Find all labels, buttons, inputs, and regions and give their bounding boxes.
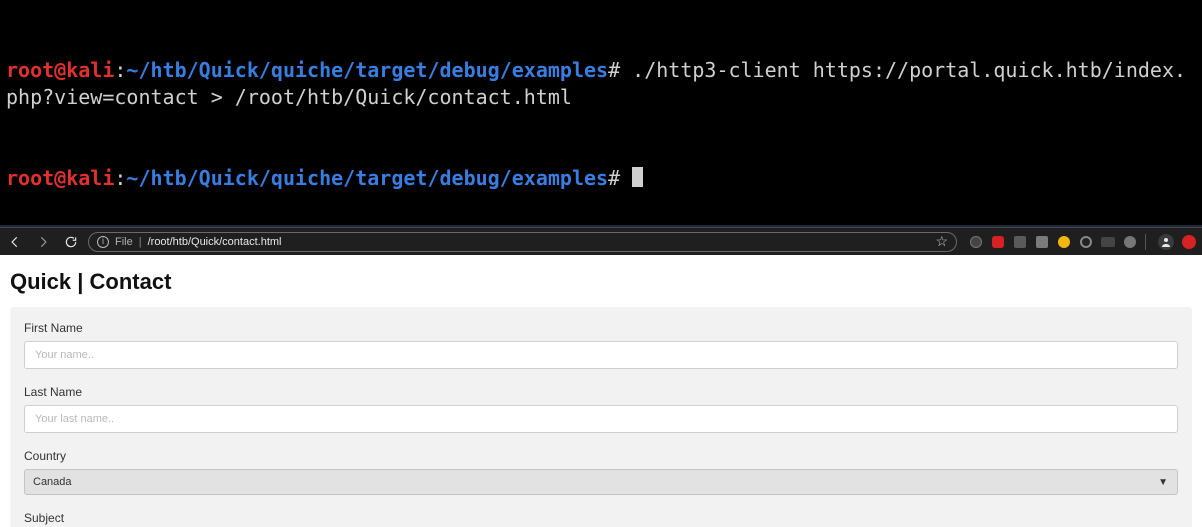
terminal-line-1: root@kali:~/htb/Quick/quiche/target/debu… <box>6 57 1196 111</box>
prompt-user: root@kali <box>6 58 114 82</box>
arrow-right-icon <box>36 235 50 249</box>
extension-icon-1[interactable] <box>969 235 983 249</box>
page-body: Quick | Contact First Name Last Name Cou… <box>0 255 1202 527</box>
address-sep: | <box>139 236 142 248</box>
reload-button[interactable] <box>60 233 82 251</box>
profile-avatar-icon[interactable] <box>1158 234 1174 250</box>
prompt-path: ~/htb/Quick/quiche/target/debug/examples <box>126 58 608 82</box>
address-bar[interactable]: i File | /root/htb/Quick/contact.html ☆ <box>88 232 957 252</box>
prompt-sep: : <box>114 166 126 190</box>
terminal-line-2: root@kali:~/htb/Quick/quiche/target/debu… <box>6 165 1196 192</box>
divider <box>1145 234 1146 250</box>
page-title: Quick | Contact <box>10 269 1192 295</box>
extension-icon-6[interactable] <box>1079 235 1093 249</box>
country-select[interactable]: Canada <box>24 469 1178 495</box>
prompt-sep: : <box>114 58 126 82</box>
extension-icon-4[interactable] <box>1035 235 1049 249</box>
extension-icon-7[interactable] <box>1101 235 1115 249</box>
last-name-input[interactable] <box>24 405 1178 433</box>
site-info-icon[interactable]: i <box>97 236 109 248</box>
prompt-hash: # <box>608 58 620 82</box>
forward-button[interactable] <box>32 233 54 251</box>
first-name-label: First Name <box>24 321 1178 335</box>
address-scheme: File <box>115 236 133 248</box>
last-name-label: Last Name <box>24 385 1178 399</box>
prompt-user: root@kali <box>6 166 114 190</box>
address-path: /root/htb/Quick/contact.html <box>148 236 282 248</box>
extension-icon-3[interactable] <box>1013 235 1027 249</box>
last-extension-icon[interactable] <box>1182 235 1196 249</box>
prompt-hash: # <box>608 166 620 190</box>
country-label: Country <box>24 449 1178 463</box>
bookmark-star-icon[interactable]: ☆ <box>935 233 948 250</box>
extension-tray <box>963 234 1196 250</box>
extension-icon-8[interactable] <box>1123 235 1137 249</box>
back-button[interactable] <box>4 233 26 251</box>
extension-icon-5[interactable] <box>1057 235 1071 249</box>
browser-chrome: i File | /root/htb/Quick/contact.html ☆ <box>0 227 1202 255</box>
reload-icon <box>64 235 78 249</box>
prompt-path: ~/htb/Quick/quiche/target/debug/examples <box>126 166 608 190</box>
first-name-input[interactable] <box>24 341 1178 369</box>
arrow-left-icon <box>8 235 22 249</box>
terminal-cursor <box>632 167 643 187</box>
contact-form: First Name Last Name Country Canada ▼ Su… <box>10 307 1192 527</box>
extension-icon-2[interactable] <box>991 235 1005 249</box>
subject-label: Subject <box>24 511 1178 525</box>
terminal-window[interactable]: root@kali:~/htb/Quick/quiche/target/debu… <box>0 0 1202 227</box>
